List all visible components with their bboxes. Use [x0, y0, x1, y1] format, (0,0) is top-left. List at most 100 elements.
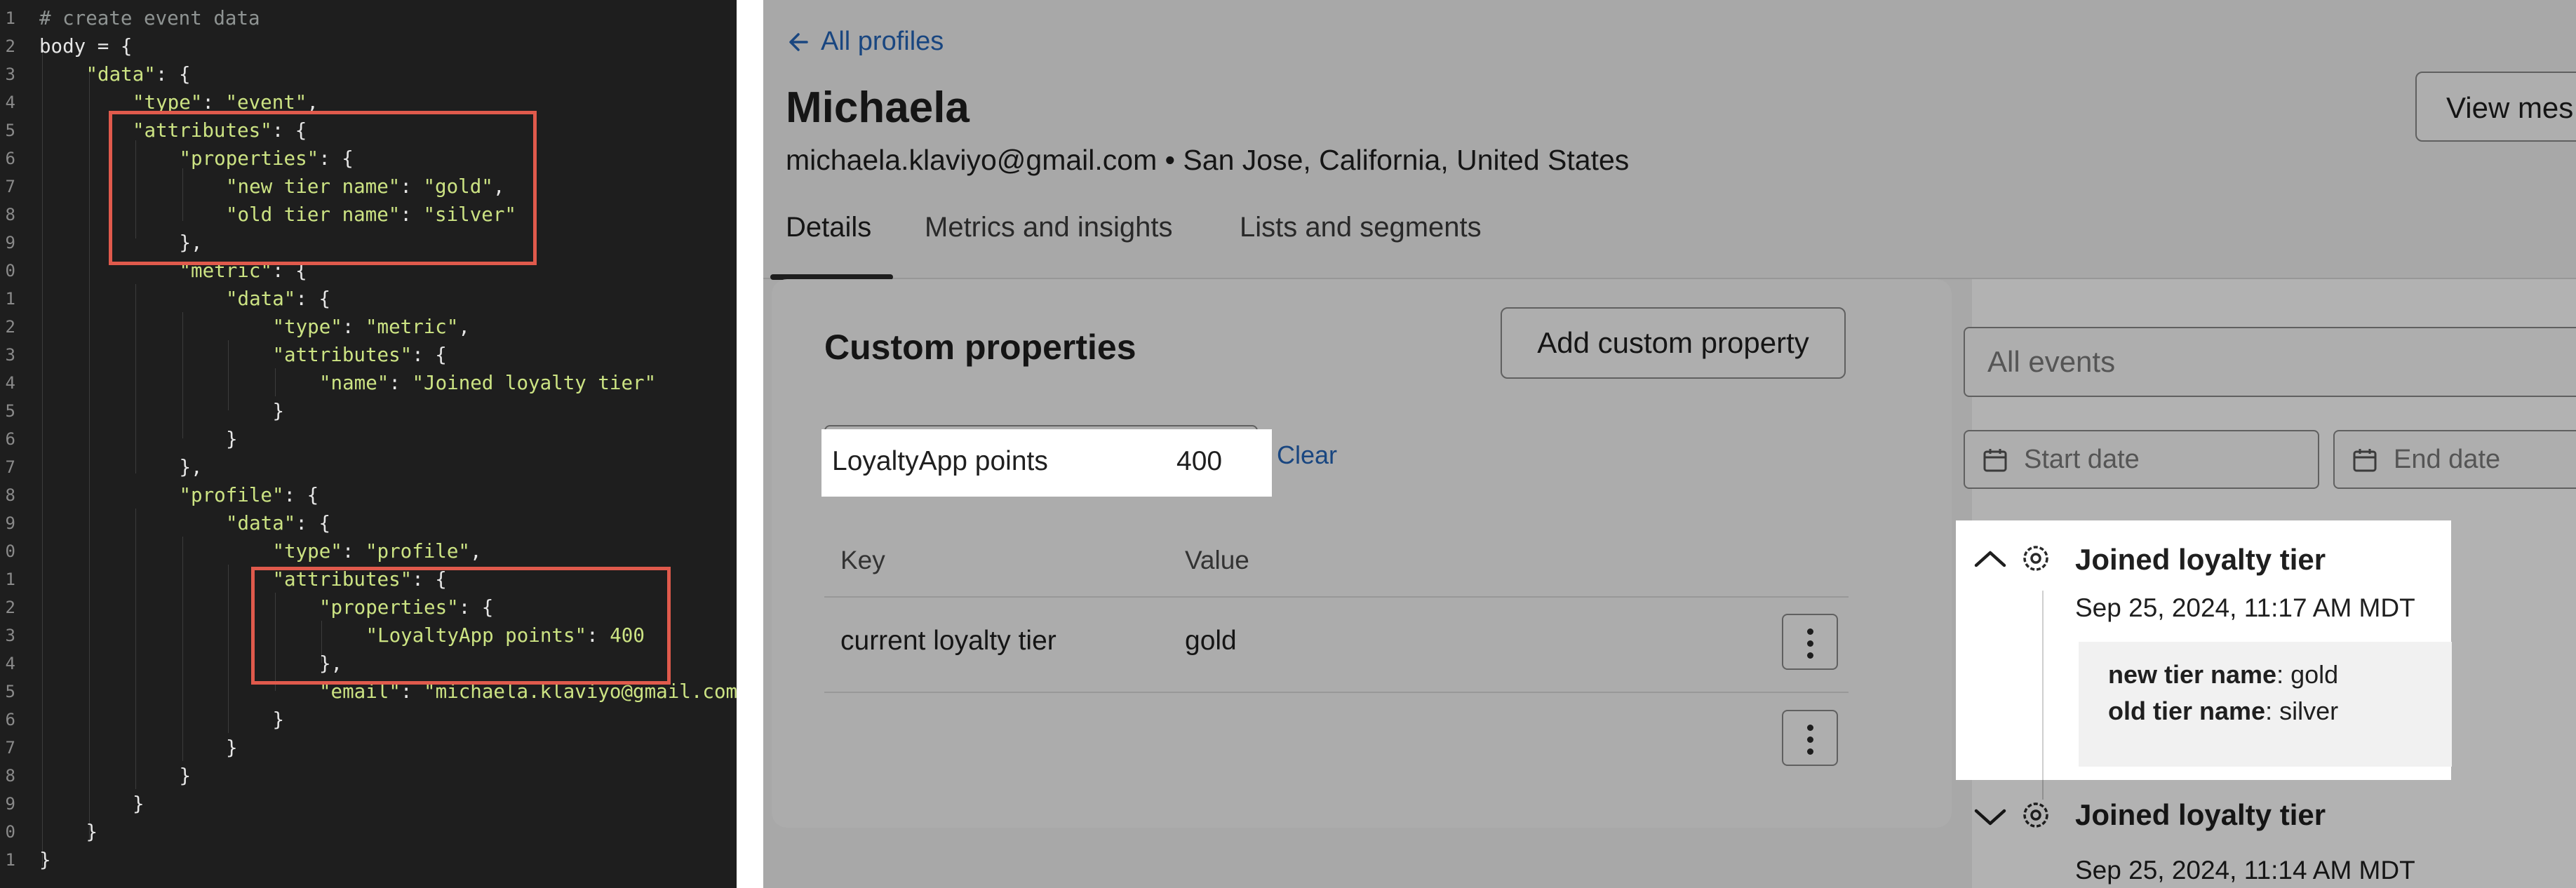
code-line: 0}	[0, 818, 737, 846]
line-number: 0	[5, 261, 15, 281]
code-text: # create event data	[39, 7, 260, 29]
line-number: 5	[5, 121, 15, 140]
code-line: 9 "data": {	[0, 509, 737, 537]
code-line: 9}	[0, 790, 737, 818]
event-property-key: old tier name	[2108, 697, 2266, 725]
calendar-icon	[2353, 449, 2377, 472]
add-custom-property-button[interactable]: Add custom property	[1501, 307, 1846, 379]
line-number: 4	[5, 93, 15, 112]
back-to-profiles-link[interactable]: All profiles	[786, 27, 944, 57]
profile-name: Michaela	[786, 83, 970, 132]
code-text: "data": {	[226, 288, 331, 310]
code-line: 5}	[0, 397, 737, 425]
property-value: 400	[1176, 446, 1223, 476]
code-text: }	[133, 793, 145, 815]
line-number: 7	[5, 177, 15, 196]
event-title: Joined loyalty tier	[2075, 798, 2326, 831]
row-actions-menu-button[interactable]	[1782, 710, 1838, 766]
highlight-box-profile-attributes	[251, 567, 671, 685]
line-number: 5	[5, 682, 15, 701]
chevron-down-icon[interactable]	[1973, 807, 2008, 828]
arrow-left-icon	[789, 32, 808, 51]
event-timestamp: Sep 25, 2024, 11:14 AM MDT	[2075, 856, 2415, 884]
start-date-field[interactable]: Start date	[1964, 430, 2319, 489]
line-number: 5	[5, 401, 15, 421]
code-editor: 1 # create event data 2 body = { 3 "data": { 4…	[0, 0, 737, 888]
event-title: Joined loyalty tier	[2075, 543, 2326, 576]
line-number: 8	[5, 766, 15, 786]
code-line: 2 body = {	[0, 32, 737, 60]
line-number: 2	[5, 36, 15, 56]
line-number: 4	[5, 654, 15, 673]
code-text: "profile": {	[179, 484, 319, 506]
tab-lists-and-segments[interactable]: Lists and segments	[1240, 212, 1482, 243]
code-line: 6}	[0, 706, 737, 734]
clear-search-link[interactable]: Clear	[1277, 440, 1337, 470]
line-number: 6	[5, 429, 15, 449]
highlighted-table-row: LoyaltyApp points 400	[821, 429, 1272, 497]
property-key: LoyaltyApp points	[832, 446, 1048, 476]
line-number: 2	[5, 317, 15, 337]
code-line: 3 "attributes": {	[0, 341, 737, 369]
code-line: 0 "type": "profile",	[0, 537, 737, 565]
start-date-placeholder: Start date	[2024, 445, 2140, 474]
code-text: "data": {	[86, 63, 191, 86]
profile-tabs: Details Metrics and insights Lists and s…	[763, 203, 2576, 280]
code-text: }	[226, 428, 238, 450]
tab-details[interactable]: Details	[786, 212, 871, 243]
code-line: 7},	[0, 453, 737, 481]
table-divider	[824, 596, 1849, 598]
line-number: 4	[5, 373, 15, 393]
line-number: 8	[5, 485, 15, 505]
timeline-line	[2042, 591, 2044, 780]
profile-page: All profiles Michaela michaela.klaviyo@g…	[763, 0, 2576, 888]
code-line: 1}	[0, 846, 737, 874]
event-property: old tier name: silver	[2108, 697, 2339, 725]
code-text: body = {	[39, 35, 133, 58]
line-number: 1	[5, 289, 15, 309]
activity-event[interactable]: Joined loyalty tier Sep 25, 2024, 11:14 …	[1956, 780, 2576, 888]
code-text: "attributes": {	[272, 344, 447, 366]
line-number: 6	[5, 710, 15, 729]
property-value: gold	[1185, 626, 1237, 656]
table-divider	[824, 692, 1849, 693]
code-text: }	[272, 708, 285, 731]
line-number: 8	[5, 205, 15, 224]
line-number: 3	[5, 626, 15, 645]
line-number: 7	[5, 457, 15, 477]
custom-properties-card: Custom properties Add custom property Cl…	[772, 279, 1952, 828]
chevron-up-icon[interactable]	[1973, 549, 2008, 570]
code-line: 1 # create event data	[0, 4, 737, 32]
code-text: }	[226, 736, 238, 759]
back-link-label: All profiles	[821, 27, 944, 56]
profile-subline: michaela.klaviyo@gmail.com • San Jose, C…	[786, 144, 1629, 177]
code-text: },	[179, 456, 203, 478]
code-line: 8}	[0, 762, 737, 790]
line-number: 9	[5, 513, 15, 533]
event-property: new tier name: gold	[2108, 660, 2339, 689]
gear-icon	[2023, 546, 2048, 571]
tab-metrics-and-insights[interactable]: Metrics and insights	[925, 212, 1172, 243]
highlight-box-event-attributes	[109, 111, 537, 265]
gear-icon	[2023, 802, 2048, 828]
line-number: 9	[5, 233, 15, 253]
row-actions-menu-button[interactable]	[1782, 614, 1838, 670]
line-number: 1	[5, 850, 15, 870]
code-line: 6}	[0, 425, 737, 453]
view-messages-button[interactable]: View mes	[2415, 72, 2576, 142]
panel-divider	[737, 0, 763, 888]
separator-dot: •	[1165, 144, 1176, 176]
line-number: 1	[5, 570, 15, 589]
code-text: "type": "metric",	[272, 316, 470, 338]
line-number: 2	[5, 598, 15, 617]
line-number: 9	[5, 794, 15, 814]
code-line: 4 "name": "Joined loyalty tier"	[0, 369, 737, 397]
event-properties: new tier name: gold old tier name: silve…	[2079, 642, 2452, 767]
line-number: 7	[5, 738, 15, 758]
line-number: 1	[5, 8, 15, 28]
events-filter-select[interactable]: All events	[1964, 327, 2576, 397]
end-date-field[interactable]: End date	[2333, 430, 2576, 489]
code-text: "data": {	[226, 512, 331, 534]
highlighted-event[interactable]: Joined loyalty tier Sep 25, 2024, 11:17 …	[1956, 520, 2452, 780]
code-line: 2 "type": "metric",	[0, 313, 737, 341]
